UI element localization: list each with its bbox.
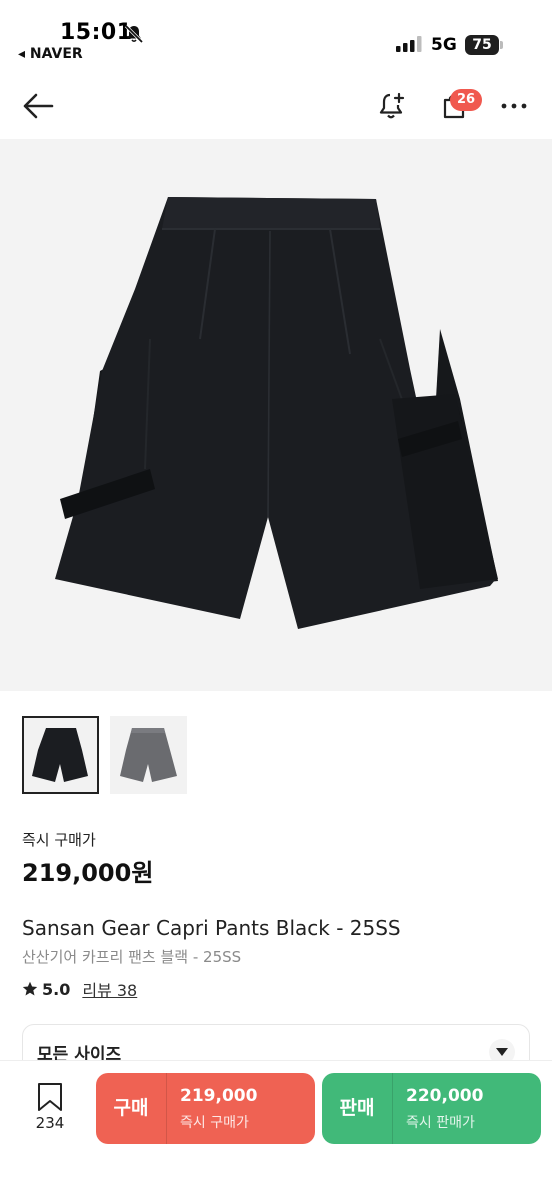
sell-amount: 220,000 xyxy=(406,1086,484,1106)
wishlist-count: 234 xyxy=(35,1114,65,1132)
thumbnail-black[interactable] xyxy=(22,716,99,794)
chevron-down-icon xyxy=(496,1048,508,1056)
more-dots-icon xyxy=(501,103,527,109)
battery-level: 75 xyxy=(472,37,492,53)
battery-icon: 75 xyxy=(465,35,505,55)
thumbnail-gray[interactable] xyxy=(110,716,187,794)
rating-row: 5.0 리뷰 38 xyxy=(22,977,137,1001)
buy-now-price-label: 즉시 구매가 xyxy=(22,831,96,849)
buy-sub-label: 즉시 구매가 xyxy=(180,1115,249,1131)
capri-pants-image xyxy=(55,197,498,629)
back-arrow-icon xyxy=(23,93,54,119)
thumbnail-gray-image xyxy=(120,728,177,782)
sell-sub-label: 즉시 판매가 xyxy=(406,1115,475,1131)
status-bar: 15:01 ◂ NAVER 5G 75 xyxy=(0,0,552,70)
rating-value: 5.0 xyxy=(42,979,71,999)
product-price: 219,000원 xyxy=(22,859,154,887)
back-button[interactable] xyxy=(16,84,60,128)
network-type: 5G xyxy=(431,35,457,55)
sell-button[interactable]: 판매 220,000 즉시 판매가 xyxy=(322,1073,541,1144)
buy-amount: 219,000 xyxy=(180,1086,258,1106)
notification-button[interactable] xyxy=(370,84,414,128)
status-time: 15:01 xyxy=(60,20,133,45)
thumbnail-black-image xyxy=(32,728,88,782)
sell-divider xyxy=(392,1073,393,1144)
bookmark-icon xyxy=(38,1083,62,1111)
product-main-image[interactable] xyxy=(0,139,552,691)
back-to-app-link[interactable]: ◂ NAVER xyxy=(18,46,83,62)
buy-button[interactable]: 구매 219,000 즉시 구매가 xyxy=(96,1073,315,1144)
product-name-english: Sansan Gear Capri Pants Black - 25SS xyxy=(22,916,401,940)
buy-label: 구매 xyxy=(113,1097,149,1119)
sell-label: 판매 xyxy=(339,1097,375,1119)
review-link[interactable]: 리뷰 38 xyxy=(82,977,137,1001)
bell-muted-icon xyxy=(124,24,144,44)
product-name-korean: 산산기어 카프리 팬츠 블랙 - 25SS xyxy=(22,948,242,966)
cart-count-badge: 26 xyxy=(450,89,483,111)
more-button[interactable] xyxy=(492,84,536,128)
notification-bell-icon xyxy=(379,92,405,119)
buy-divider xyxy=(166,1073,167,1144)
signal-icon xyxy=(396,36,422,52)
star-icon xyxy=(22,981,38,996)
